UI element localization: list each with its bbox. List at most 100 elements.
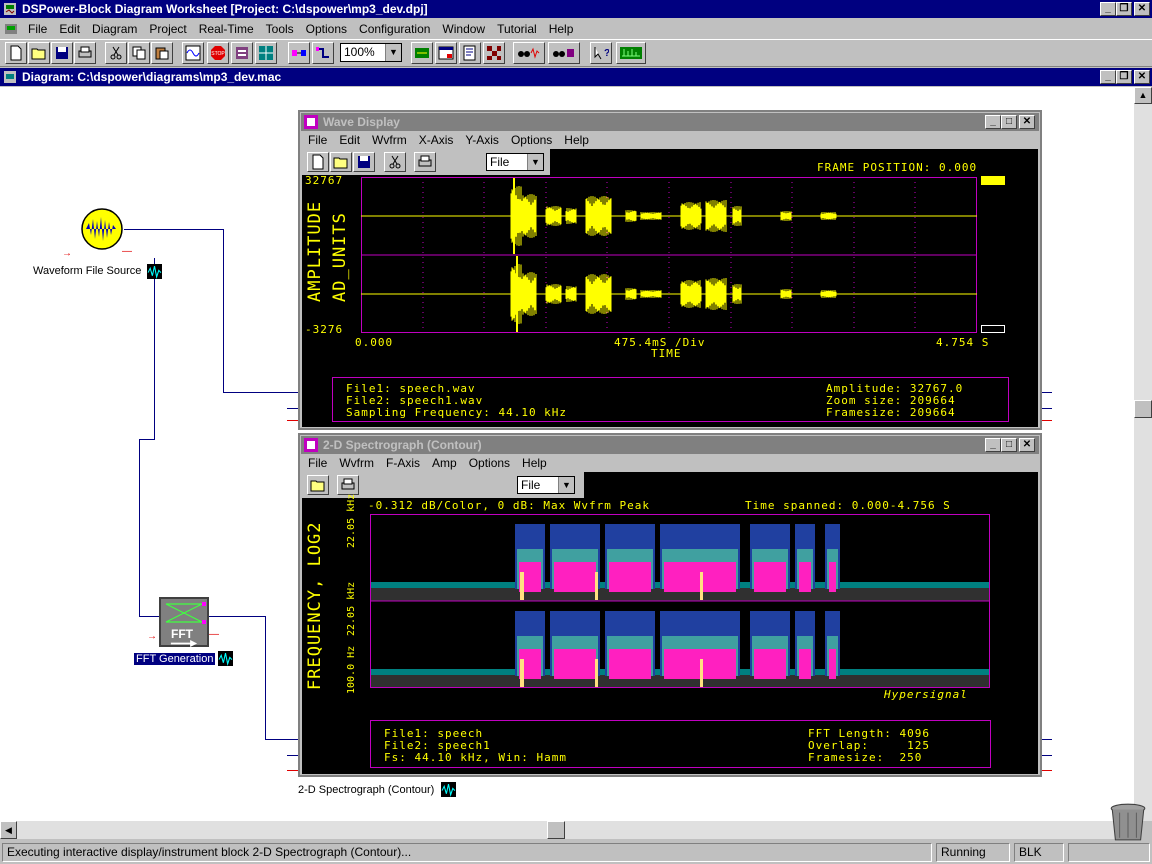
fft-butterfly-icon — [165, 602, 206, 624]
wave-minimize-button[interactable]: _ — [985, 115, 1001, 129]
menu-configuration[interactable]: Configuration — [353, 22, 436, 36]
vertical-scroll-thumb[interactable] — [1134, 400, 1152, 418]
menu-tools[interactable]: Tools — [260, 22, 300, 36]
horizontal-scrollbar[interactable] — [0, 821, 1134, 839]
find-wave-icon[interactable] — [513, 42, 545, 64]
route-icon[interactable] — [312, 42, 334, 64]
wire-wave-out-2 — [1042, 408, 1052, 409]
horizontal-scroll-thumb[interactable] — [547, 821, 565, 839]
wave-save-icon[interactable] — [353, 152, 375, 172]
dialog-icon[interactable] — [435, 42, 457, 64]
menu-window[interactable]: Window — [436, 22, 491, 36]
spectro-menu-help[interactable]: Help — [516, 456, 553, 470]
status-running: Running — [936, 843, 1010, 862]
wave-plot — [361, 177, 977, 333]
spectro-print-icon[interactable] — [337, 475, 359, 495]
fft-view-icon[interactable] — [218, 651, 233, 666]
spectro-close-button[interactable]: ✕ — [1019, 438, 1035, 452]
zoom-select[interactable]: 100% ▼ — [340, 43, 402, 62]
report-icon[interactable] — [459, 42, 481, 64]
restore-button[interactable]: ❐ — [1116, 2, 1132, 16]
spectro-file-select[interactable]: File ▼ — [517, 476, 575, 494]
copy-icon[interactable] — [128, 42, 150, 64]
minimize-button[interactable]: _ — [1100, 2, 1116, 16]
block-icon[interactable] — [231, 42, 253, 64]
spectro-menu-file[interactable]: File — [302, 456, 333, 470]
spectro-menu-amp[interactable]: Amp — [426, 456, 463, 470]
menu-options[interactable]: Options — [300, 22, 353, 36]
menu-edit[interactable]: Edit — [53, 22, 86, 36]
stop-icon[interactable]: STOP — [207, 42, 229, 64]
wave-menu-edit[interactable]: Edit — [333, 133, 366, 147]
paste-icon[interactable] — [151, 42, 173, 64]
diagram-minimize-button[interactable]: _ — [1100, 70, 1116, 84]
display-icon[interactable] — [411, 42, 433, 64]
spectro-menu-options[interactable]: Options — [463, 456, 516, 470]
system-menu-icon[interactable] — [4, 22, 18, 36]
connect-icon[interactable] — [288, 42, 310, 64]
status-mode: BLK — [1014, 843, 1064, 862]
spectro-f-mid: 22.05 kHz — [346, 581, 357, 636]
svg-text:?: ? — [604, 48, 609, 59]
wave-menu-file[interactable]: File — [302, 133, 333, 147]
spectrograph-view-icon[interactable] — [441, 782, 456, 797]
menu-help[interactable]: Help — [543, 22, 580, 36]
waveform-tool-icon[interactable] — [182, 42, 204, 64]
waveform-source-block-icon[interactable] — [80, 207, 124, 251]
wave-print-icon[interactable] — [414, 152, 436, 172]
zoom-value: 100% — [344, 45, 375, 59]
waveform-source-label[interactable]: Waveform File Source — [33, 265, 141, 277]
spectro-ylabel: FREQUENCY, LOG2 — [305, 521, 325, 690]
spectro-maximize-button[interactable]: □ — [1001, 438, 1017, 452]
waveform-source-view-icon[interactable] — [147, 264, 162, 279]
wave-close-button[interactable]: ✕ — [1019, 115, 1035, 129]
menu-tutorial[interactable]: Tutorial — [491, 22, 543, 36]
wave-open-icon[interactable] — [330, 152, 352, 172]
spectrograph-titlebar: 2-D Spectrograph (Contour) _ □ ✕ — [301, 436, 1039, 454]
cut-icon[interactable] — [105, 42, 127, 64]
spectrograph-block-label[interactable]: 2-D Spectrograph (Contour) — [298, 784, 434, 796]
wave-menu-options[interactable]: Options — [505, 133, 558, 147]
arrow-right-icon — [170, 640, 198, 647]
app-icon — [4, 3, 16, 15]
spectro-menu-wvfrm[interactable]: Wvfrm — [333, 456, 380, 470]
spectro-open-icon[interactable] — [307, 475, 329, 495]
wave-cut-icon[interactable] — [384, 152, 406, 172]
wave-menu-yaxis[interactable]: Y-Axis — [459, 133, 505, 147]
diagram-close-button[interactable]: ✕ — [1134, 70, 1150, 84]
scroll-up-button[interactable]: ▲ — [1134, 87, 1152, 104]
wire-down-to-fft — [139, 439, 140, 616]
wave-new-icon[interactable] — [307, 152, 329, 172]
menu-realtime[interactable]: Real-Time — [193, 22, 260, 36]
wave-menu-help[interactable]: Help — [558, 133, 595, 147]
spectro-minimize-button[interactable]: _ — [985, 438, 1001, 452]
spectro-brand: Hypersignal — [884, 688, 968, 701]
help-pointer-icon[interactable]: ? — [590, 42, 612, 64]
print-icon[interactable] — [74, 42, 96, 64]
fft-generation-label[interactable]: FFT Generation — [134, 653, 216, 665]
vertical-scrollbar[interactable] — [1134, 87, 1152, 821]
fft-block-icon[interactable]: FFT — [159, 597, 209, 647]
spectro-select-value: File — [521, 478, 541, 492]
menu-project[interactable]: Project — [143, 22, 192, 36]
checker-icon[interactable] — [483, 42, 505, 64]
close-button[interactable]: ✕ — [1134, 2, 1150, 16]
wave-maximize-button[interactable]: □ — [1001, 115, 1017, 129]
menu-diagram[interactable]: Diagram — [86, 22, 143, 36]
grid-icon[interactable] — [255, 42, 277, 64]
menu-file[interactable]: File — [22, 22, 53, 36]
save-icon[interactable] — [51, 42, 73, 64]
scroll-left-button[interactable]: ◀ — [0, 821, 17, 839]
wave-menu-wvfrm[interactable]: Wvfrm — [366, 133, 413, 147]
run-icon[interactable] — [616, 42, 646, 64]
wire-wave-in-3 — [287, 420, 298, 421]
diagram-restore-button[interactable]: ❐ — [1116, 70, 1132, 84]
spectro-menu-faxis[interactable]: F-Axis — [380, 456, 426, 470]
open-icon[interactable] — [28, 42, 50, 64]
wave-menu-xaxis[interactable]: X-Axis — [413, 133, 460, 147]
source-input-arrow: → — [62, 248, 72, 259]
new-icon[interactable] — [5, 42, 27, 64]
wave-file-select[interactable]: File ▼ — [486, 153, 544, 171]
trash-icon[interactable] — [1106, 800, 1150, 842]
find-block-icon[interactable] — [548, 42, 580, 64]
